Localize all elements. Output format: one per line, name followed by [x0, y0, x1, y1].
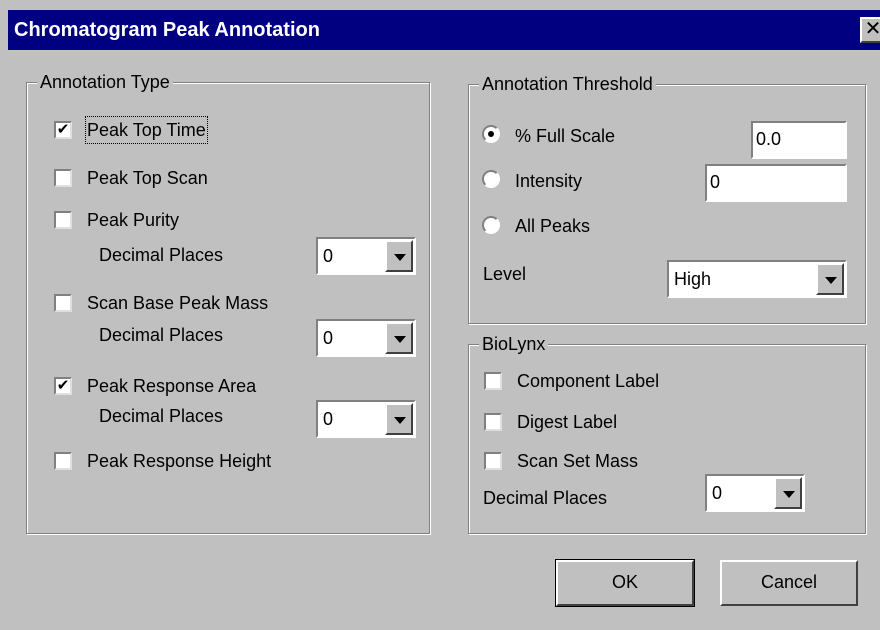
full-scale-label[interactable]: % Full Scale [515, 124, 615, 148]
base-peak-decimal-places-select[interactable]: 0 [316, 319, 416, 357]
intensity-label[interactable]: Intensity [515, 169, 582, 193]
peak-response-height-checkbox[interactable] [54, 452, 72, 470]
scan-base-peak-mass-checkbox[interactable] [54, 294, 72, 312]
digest-label-checkbox[interactable] [484, 413, 502, 431]
biolynx-decimal-places-value: 0 [712, 483, 723, 503]
peak-top-time-label[interactable]: Peak Top Time [85, 116, 208, 144]
purity-decimal-places-label: Decimal Places [99, 245, 224, 265]
component-label-label[interactable]: Component Label [517, 369, 659, 393]
full-scale-input[interactable]: 0.0 [751, 121, 847, 159]
checkmark-icon: ✔ [56, 121, 70, 138]
response-area-decimal-places-select[interactable]: 0 [316, 400, 416, 438]
dropdown-arrow-icon[interactable] [816, 263, 844, 295]
scan-set-mass-checkbox[interactable] [484, 452, 502, 470]
dropdown-arrow-icon[interactable] [385, 322, 413, 354]
peak-response-area-label[interactable]: Peak Response Area [87, 374, 256, 398]
peak-top-scan-label[interactable]: Peak Top Scan [87, 166, 208, 190]
intensity-input[interactable]: 0 [705, 164, 847, 202]
peak-response-height-label[interactable]: Peak Response Height [87, 449, 271, 473]
response-area-decimal-places-value: 0 [323, 409, 334, 429]
title-bar: Chromatogram Peak Annotation ✕ [8, 10, 880, 50]
biolynx-legend: BioLynx [479, 333, 549, 355]
peak-response-area-checkbox[interactable]: ✔ [54, 377, 72, 395]
all-peaks-radio[interactable] [482, 216, 500, 234]
close-button[interactable]: ✕ [860, 17, 880, 43]
intensity-radio[interactable] [482, 170, 500, 188]
level-select[interactable]: High [667, 260, 847, 298]
biolynx-decimal-places-select[interactable]: 0 [705, 474, 805, 512]
purity-decimal-places-select[interactable]: 0 [316, 237, 416, 275]
peak-top-time-checkbox[interactable]: ✔ [54, 121, 72, 139]
component-label-checkbox[interactable] [484, 372, 502, 390]
dropdown-arrow-icon[interactable] [385, 403, 413, 435]
cancel-button[interactable]: Cancel [720, 560, 858, 606]
checkmark-icon: ✔ [56, 377, 70, 394]
digest-label-label[interactable]: Digest Label [517, 410, 617, 434]
dropdown-arrow-icon[interactable] [385, 240, 413, 272]
annotation-type-legend: Annotation Type [37, 71, 173, 93]
dropdown-arrow-icon[interactable] [774, 477, 802, 509]
peak-purity-label[interactable]: Peak Purity [87, 208, 179, 232]
peak-purity-checkbox[interactable] [54, 211, 72, 229]
window-title: Chromatogram Peak Annotation [14, 19, 320, 41]
level-label: Level [483, 264, 527, 284]
level-value: High [674, 269, 712, 289]
scan-base-peak-mass-label[interactable]: Scan Base Peak Mass [87, 291, 268, 315]
response-area-decimal-places-label: Decimal Places [99, 406, 224, 426]
scan-set-mass-label[interactable]: Scan Set Mass [517, 449, 638, 473]
biolynx-decimal-places-label: Decimal Places [483, 488, 608, 508]
ok-button[interactable]: OK [555, 559, 695, 607]
all-peaks-label[interactable]: All Peaks [515, 214, 590, 238]
base-peak-decimal-places-label: Decimal Places [99, 325, 224, 345]
peak-top-scan-checkbox[interactable] [54, 169, 72, 187]
dialog: Chromatogram Peak Annotation ✕ Annotatio… [0, 0, 880, 630]
purity-decimal-places-value: 0 [323, 246, 334, 266]
full-scale-radio[interactable] [482, 125, 500, 143]
base-peak-decimal-places-value: 0 [323, 328, 334, 348]
annotation-threshold-legend: Annotation Threshold [479, 73, 656, 95]
close-icon: ✕ [864, 18, 880, 40]
